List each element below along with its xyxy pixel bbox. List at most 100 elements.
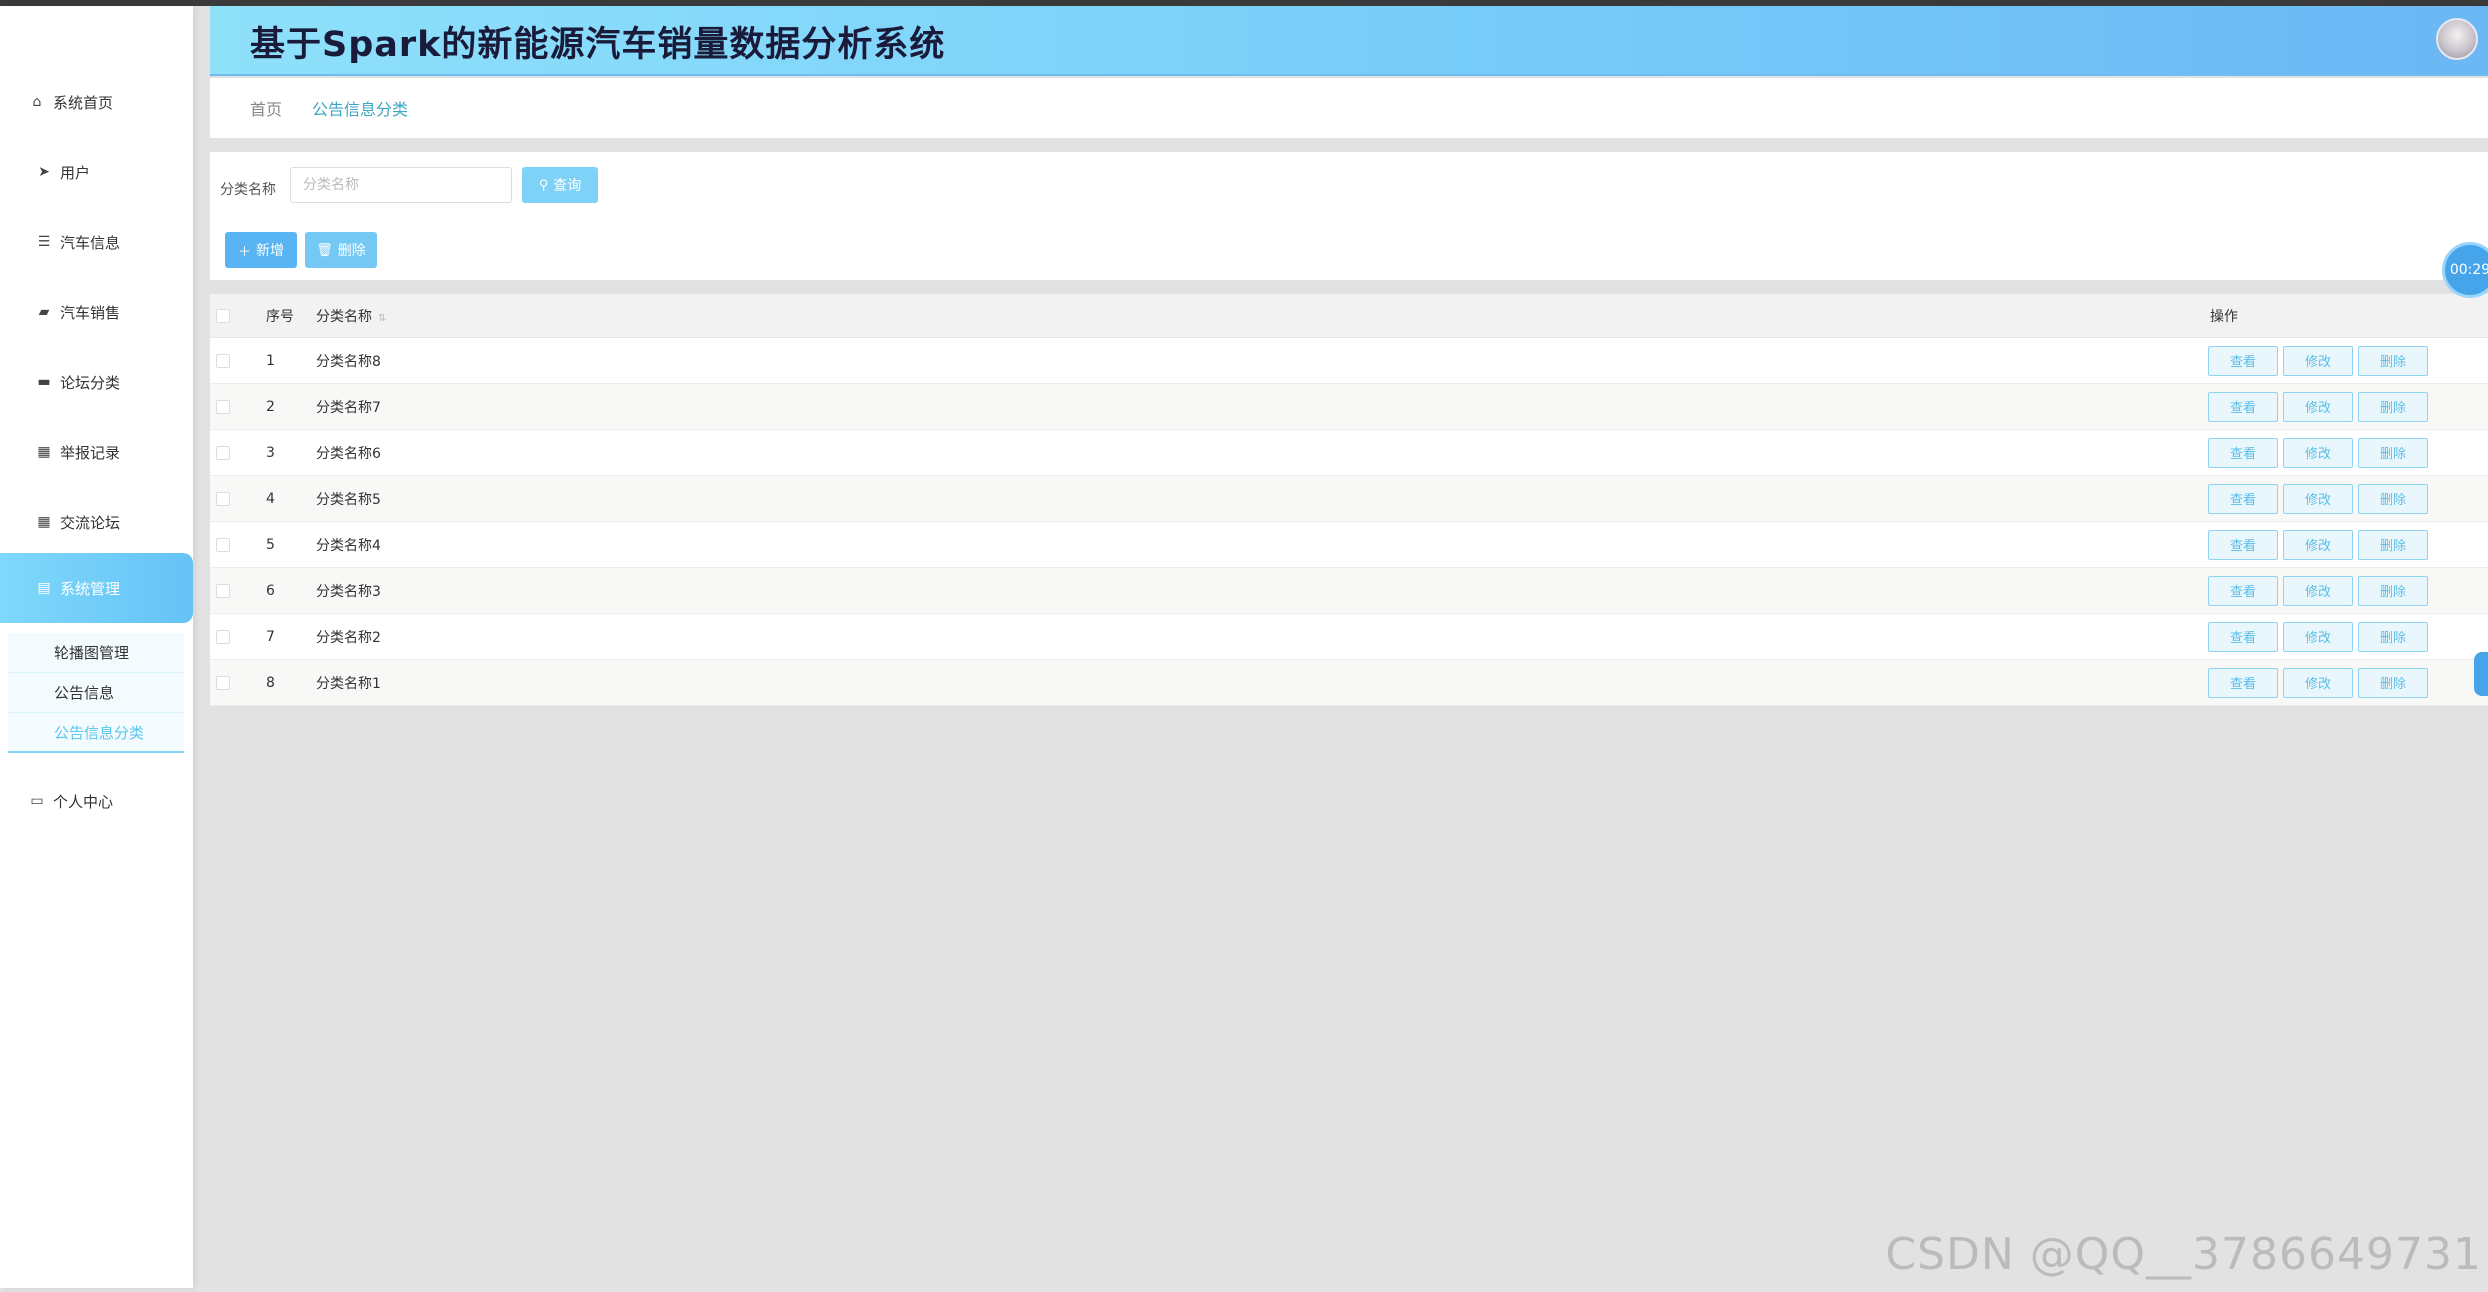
- row-checkbox[interactable]: [216, 399, 230, 414]
- sidebar-item-home[interactable]: ⌂ 系统首页: [0, 69, 193, 135]
- submenu-item-carousel[interactable]: 轮播图管理: [8, 633, 184, 673]
- select-all-checkbox[interactable]: [216, 308, 230, 323]
- search-button-label: 查询: [553, 178, 582, 194]
- sidebar-item-forum[interactable]: ▦ 交流论坛: [0, 489, 193, 555]
- row-checkbox[interactable]: [216, 537, 230, 552]
- submenu-item-notice[interactable]: 公告信息: [8, 673, 184, 713]
- sidebar-item-car-info[interactable]: ☰ 汽车信息: [0, 209, 193, 275]
- add-button[interactable]: ＋ 新增: [225, 232, 297, 268]
- delete-button[interactable]: 🗑 删除: [305, 232, 377, 268]
- sidebar-item-system[interactable]: ▤ 系统管理: [0, 553, 193, 623]
- sidebar-item-profile[interactable]: ▭ 个人中心: [0, 768, 193, 834]
- row-name: 分类名称7: [316, 399, 381, 416]
- sidebar-item-car-sales[interactable]: ▰ 汽车销售: [0, 279, 193, 345]
- view-button[interactable]: 查看: [2208, 391, 2278, 422]
- header-ops: 操作: [2210, 308, 2238, 325]
- row-delete-button[interactable]: 删除: [2358, 529, 2428, 560]
- sidebar-item-label: 用户: [60, 163, 91, 182]
- header-index: 序号: [266, 308, 294, 325]
- clipboard-icon: ▤: [37, 580, 51, 596]
- plus-icon: ＋: [237, 244, 251, 260]
- edit-button[interactable]: 修改: [2283, 437, 2353, 468]
- table-row: 3 分类名称6 查看 修改 删除: [210, 430, 2488, 476]
- row-name: 分类名称6: [316, 445, 381, 462]
- row-delete-button[interactable]: 删除: [2358, 391, 2428, 422]
- edit-button[interactable]: 修改: [2283, 529, 2353, 560]
- edit-button[interactable]: 修改: [2283, 345, 2353, 376]
- edit-button[interactable]: 修改: [2283, 483, 2353, 514]
- avatar[interactable]: [2436, 18, 2478, 60]
- sidebar-item-label: 汽车销售: [60, 303, 121, 322]
- edit-button[interactable]: 修改: [2283, 621, 2353, 652]
- header-name[interactable]: 分类名称 ⇅: [316, 306, 386, 326]
- row-checkbox[interactable]: [216, 353, 230, 368]
- sidebar-item-users[interactable]: ➤ 用户: [0, 139, 193, 205]
- app-title: 基于Spark的新能源汽车销量数据分析系统: [250, 25, 946, 65]
- view-button[interactable]: 查看: [2208, 437, 2278, 468]
- row-index: 2: [266, 398, 275, 415]
- row-actions: 查看 修改 删除: [2208, 667, 2428, 698]
- top-header: 基于Spark的新能源汽车销量数据分析系统: [210, 6, 2488, 76]
- search-panel: 分类名称 ⚲ 查询 ＋ 新增 🗑 删除: [210, 152, 2488, 280]
- sidebar-item-label: 个人中心: [53, 792, 114, 811]
- grid-icon: ▦: [37, 444, 51, 460]
- view-button[interactable]: 查看: [2208, 667, 2278, 698]
- row-name: 分类名称4: [316, 537, 381, 554]
- view-button[interactable]: 查看: [2208, 529, 2278, 560]
- send-icon: ➤: [38, 164, 50, 180]
- card-icon: ▭: [30, 793, 44, 809]
- row-checkbox[interactable]: [216, 629, 230, 644]
- row-index: 7: [266, 628, 275, 645]
- data-table: 序号 分类名称 ⇅ 操作 1 分类名称8 查看 修改 删除 2 分类名称7 查看 修改 删除 3 分类名…: [210, 294, 2488, 706]
- search-input[interactable]: [290, 167, 512, 203]
- row-name: 分类名称3: [316, 583, 381, 600]
- edit-button[interactable]: 修改: [2283, 391, 2353, 422]
- row-actions: 查看 修改 删除: [2208, 437, 2428, 468]
- submenu-item-notice-category[interactable]: 公告信息分类: [8, 713, 184, 753]
- view-button[interactable]: 查看: [2208, 483, 2278, 514]
- sidebar-item-forum-category[interactable]: ▬ 论坛分类: [0, 349, 193, 415]
- row-actions: 查看 修改 删除: [2208, 345, 2428, 376]
- row-delete-button[interactable]: 删除: [2358, 345, 2428, 376]
- row-checkbox[interactable]: [216, 583, 230, 598]
- breadcrumb-home[interactable]: 首页: [250, 96, 282, 120]
- delete-button-label: 删除: [337, 243, 366, 259]
- sort-icon[interactable]: ⇅: [378, 313, 386, 324]
- row-name: 分类名称2: [316, 629, 381, 646]
- row-delete-button[interactable]: 删除: [2358, 621, 2428, 652]
- row-delete-button[interactable]: 删除: [2358, 437, 2428, 468]
- ticket-icon: ▰: [38, 304, 50, 320]
- search-icon: ⚲: [538, 177, 549, 193]
- watermark: CSDN @QQ__3786649731: [1885, 1229, 2482, 1280]
- breadcrumb-current: 公告信息分类: [312, 100, 409, 119]
- search-button[interactable]: ⚲ 查询: [522, 167, 598, 203]
- row-actions: 查看 修改 删除: [2208, 391, 2428, 422]
- table-row: 7 分类名称2 查看 修改 删除: [210, 614, 2488, 660]
- row-index: 5: [266, 536, 275, 553]
- monitor-icon: ▬: [37, 374, 51, 390]
- row-index: 8: [266, 674, 275, 691]
- timer-badge[interactable]: 00:29: [2442, 242, 2488, 298]
- row-checkbox[interactable]: [216, 675, 230, 690]
- row-index: 1: [266, 352, 275, 369]
- row-checkbox[interactable]: [216, 445, 230, 460]
- table-header: 序号 分类名称 ⇅ 操作: [210, 294, 2488, 338]
- row-delete-button[interactable]: 删除: [2358, 667, 2428, 698]
- view-button[interactable]: 查看: [2208, 575, 2278, 606]
- breadcrumb: 首页 公告信息分类: [210, 78, 2488, 138]
- edit-button[interactable]: 修改: [2283, 575, 2353, 606]
- view-button[interactable]: 查看: [2208, 345, 2278, 376]
- row-checkbox[interactable]: [216, 491, 230, 506]
- sidebar-item-label: 交流论坛: [60, 513, 121, 532]
- sidebar-item-reports[interactable]: ▦ 举报记录: [0, 419, 193, 485]
- add-button-label: 新增: [256, 243, 284, 259]
- sidebar-item-label: 举报记录: [60, 443, 121, 462]
- home-icon: ⌂: [32, 94, 42, 110]
- edit-button[interactable]: 修改: [2283, 667, 2353, 698]
- row-delete-button[interactable]: 删除: [2358, 483, 2428, 514]
- sidebar-item-label: 系统首页: [53, 93, 114, 112]
- row-name: 分类名称5: [316, 491, 381, 508]
- side-float-tab[interactable]: [2474, 652, 2488, 696]
- row-delete-button[interactable]: 删除: [2358, 575, 2428, 606]
- view-button[interactable]: 查看: [2208, 621, 2278, 652]
